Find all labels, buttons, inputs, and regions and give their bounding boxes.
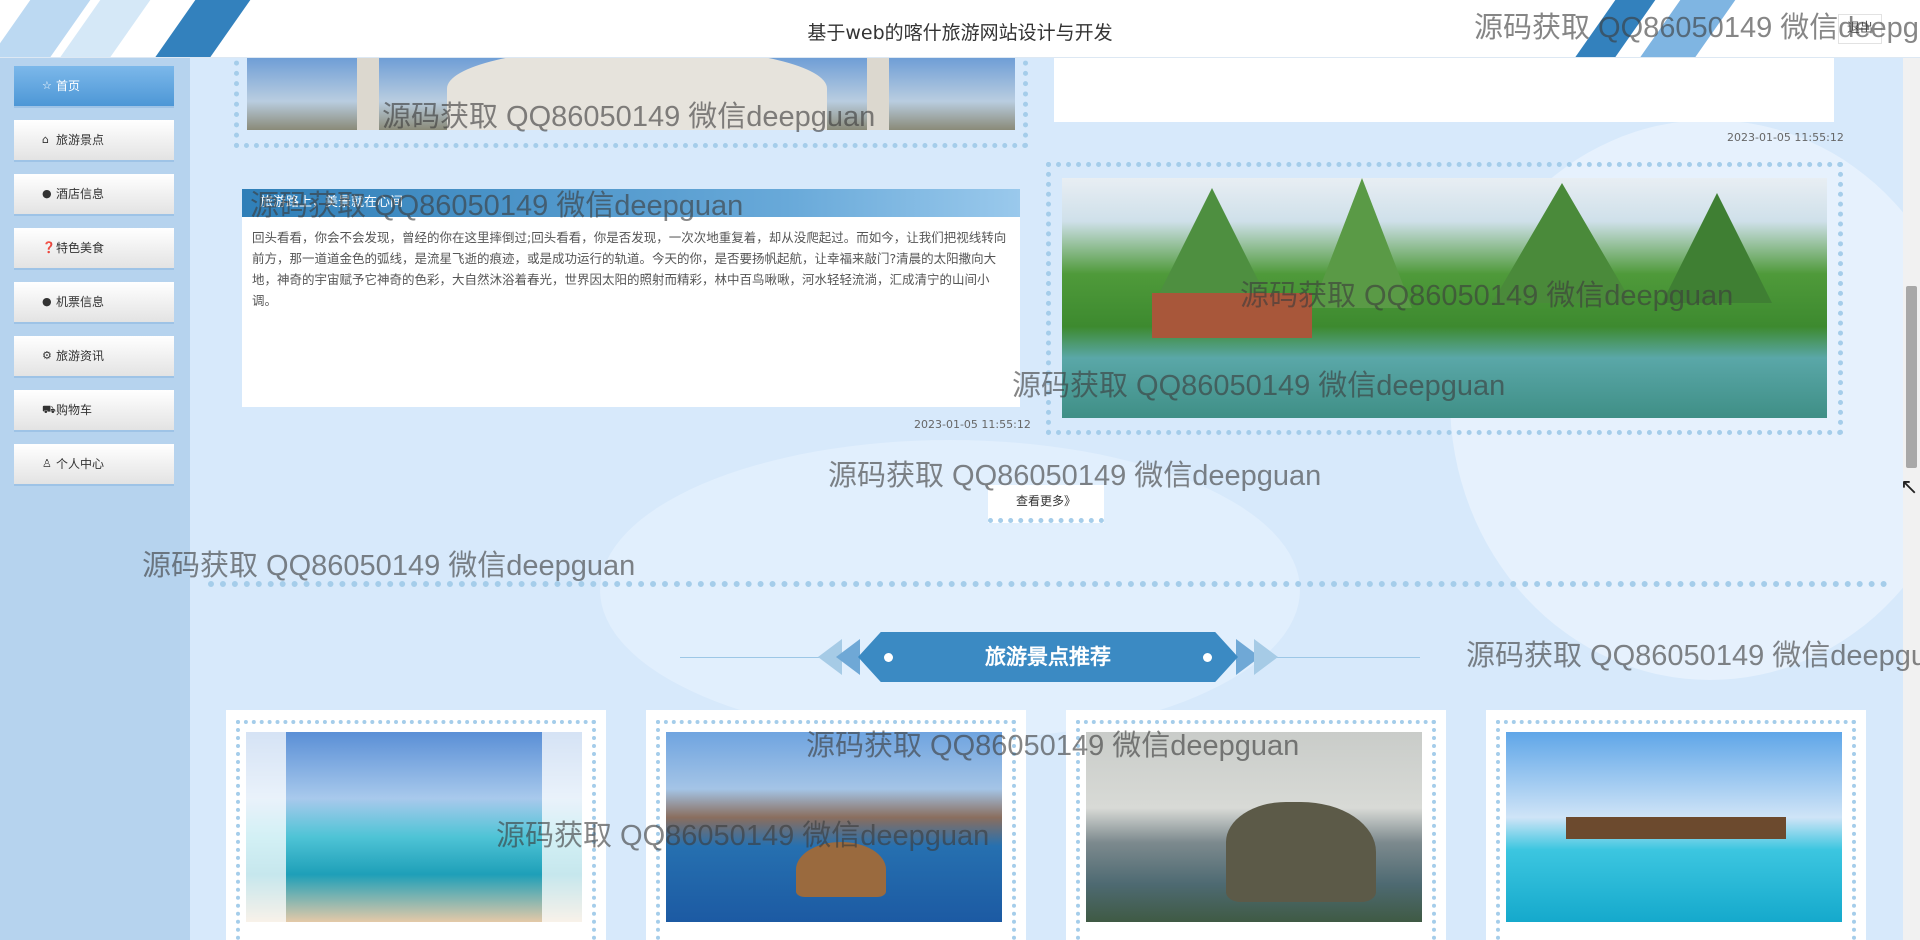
sidebar-item-hotels[interactable]: ● 酒店信息	[14, 174, 174, 214]
info-icon: ●	[42, 295, 52, 308]
scrollbar-thumb[interactable]	[1906, 286, 1917, 468]
curtain-shape	[246, 732, 286, 922]
watermark-text: 源码获取 QQ86050149 微信deepguan	[828, 460, 1322, 492]
sidebar-item-label: 酒店信息	[56, 187, 105, 201]
news-date: 2023-01-05 11:55:12	[1727, 131, 1844, 144]
sidebar-item-cart[interactable]: ⛟ 购物车	[14, 390, 174, 430]
sidebar-item-news[interactable]: ⚙ 旅游资讯	[14, 336, 174, 376]
question-icon: ❓	[42, 241, 56, 254]
info-icon: ●	[42, 187, 52, 200]
article-text: 回头看看，你会不会发现，曾经的你在这里摔倒过;回头看看，你是否发现，一次次地重复…	[252, 230, 1007, 308]
sidebar-item-label: 机票信息	[56, 295, 105, 309]
bag-icon: ⌂	[42, 133, 49, 146]
watermark-text: 源码获取 QQ86050149 微信deepguan	[250, 190, 744, 222]
dot-icon	[884, 653, 893, 662]
sidebar-item-label: 旅游景点	[56, 133, 105, 147]
watermark-text: 源码获取 QQ86050149 微信deepguan	[1474, 12, 1920, 44]
gear-icon: ⚙	[42, 349, 52, 362]
user-icon: ♙	[42, 457, 52, 470]
arrow-left-icon	[836, 639, 860, 675]
minaret-shape	[357, 58, 379, 130]
rock-shape	[1226, 802, 1376, 902]
cart-icon: ⛟	[42, 403, 56, 416]
sidebar-item-flights[interactable]: ● 机票信息	[14, 282, 174, 322]
watermark-text: 源码获取 QQ86050149 微信deepguan	[142, 550, 636, 582]
dot-icon	[1203, 653, 1212, 662]
arrow-right-icon	[1254, 639, 1278, 675]
sidebar-item-label: 旅游资讯	[56, 349, 105, 363]
star-icon: ☆	[42, 79, 52, 92]
sidebar: ☆ 首页 ⌂ 旅游景点 ● 酒店信息 ❓ 特色美食 ● 机票信息 ⚙ 旅游资讯 …	[0, 58, 190, 940]
title-line	[1270, 657, 1420, 658]
watermark-text: 源码获取 QQ86050149 微信deepguan	[1240, 280, 1734, 312]
sidebar-item-home[interactable]: ☆ 首页	[14, 66, 174, 106]
sidebar-item-label: 购物车	[56, 403, 93, 417]
section-title-text: 旅游景点推荐	[985, 645, 1111, 669]
section-title: 旅游景点推荐	[858, 632, 1238, 682]
sidebar-item-food[interactable]: ❓ 特色美食	[14, 228, 174, 268]
watermark-text: 源码获取 QQ86050149 微信deepguan	[382, 101, 876, 133]
watermark-text: 源码获取 QQ86050149 微信deepguan	[496, 820, 990, 852]
sidebar-item-label: 特色美食	[56, 241, 105, 255]
sidebar-item-attractions[interactable]: ⌂ 旅游景点	[14, 120, 174, 160]
sidebar-item-label: 首页	[56, 79, 81, 93]
sidebar-item-label: 个人中心	[56, 457, 105, 471]
watermark-text: 源码获取 QQ86050149 微信deepguan	[1012, 370, 1506, 402]
mouse-cursor-icon: ↖	[1900, 475, 1919, 500]
article-date: 2023-01-05 11:55:12	[914, 418, 1031, 431]
sidebar-item-profile[interactable]: ♙ 个人中心	[14, 444, 174, 484]
watermark-text: 源码获取 QQ86050149 微信deepguan	[806, 730, 1300, 762]
watermark-text: 源码获取 QQ86050149 微信deepguan	[1466, 640, 1920, 672]
attraction-image	[1506, 732, 1842, 922]
title-line	[680, 657, 830, 658]
news-text-panel	[1054, 58, 1834, 122]
hut-shape	[1566, 817, 1786, 839]
attraction-card[interactable]	[1486, 710, 1866, 940]
